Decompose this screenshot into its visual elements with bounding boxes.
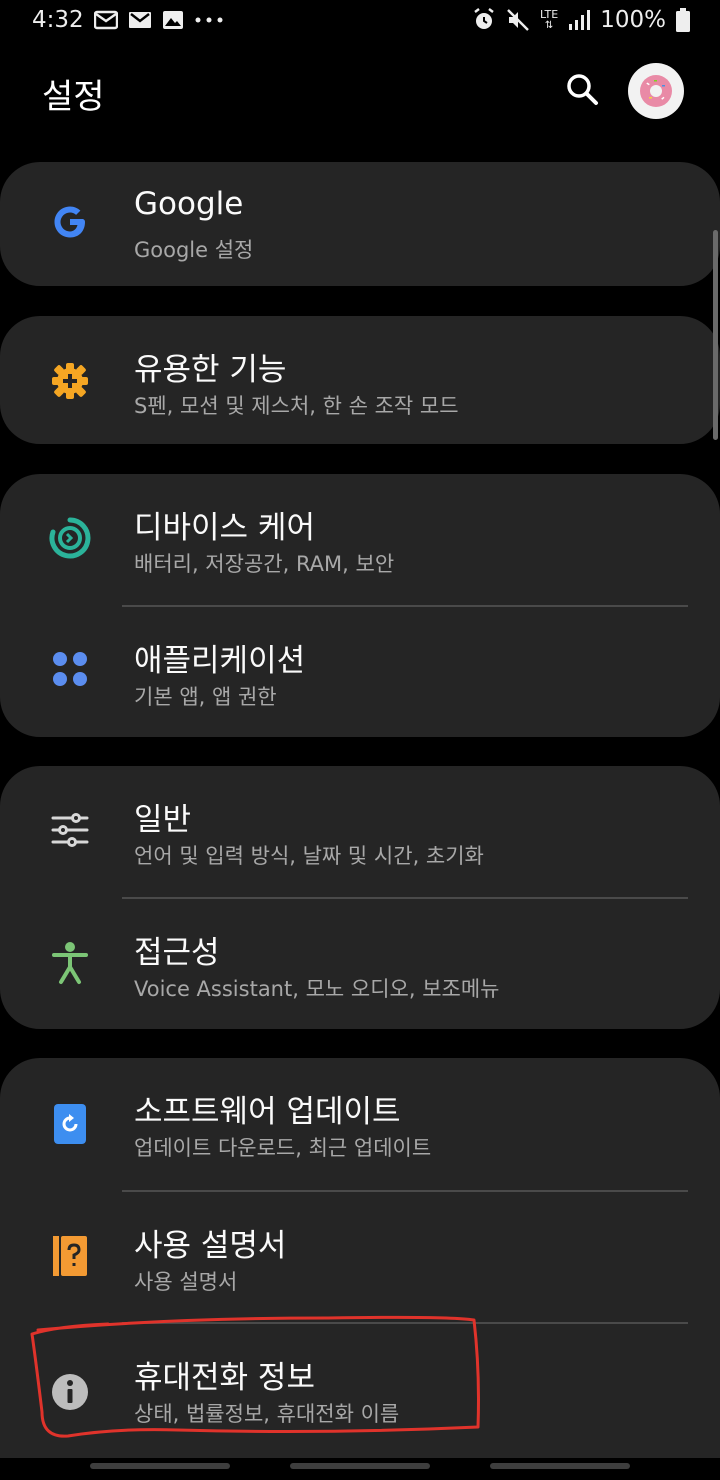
red-highlight-annotation bbox=[30, 1315, 480, 1438]
settings-group-google: Google Google 설정 bbox=[0, 162, 720, 286]
settings-group-device: 디바이스 케어 배터리, 저장공간, RAM, 보안 애플리케이션 기본 앱, … bbox=[0, 474, 720, 737]
item-subtitle: Google 설정 bbox=[134, 238, 254, 262]
image-icon bbox=[162, 10, 184, 30]
settings-group-general: 일반 언어 및 입력 방식, 날짜 및 시간, 초기화 접근성 Voice As… bbox=[0, 766, 720, 1029]
app-header: 설정 bbox=[0, 55, 720, 130]
item-title: 유용한 기능 bbox=[134, 352, 287, 388]
divider bbox=[122, 605, 688, 607]
apps-grid-icon bbox=[48, 647, 92, 691]
donut-avatar-icon bbox=[640, 75, 672, 107]
software-update-icon bbox=[48, 1102, 92, 1146]
settings-item-applications[interactable]: 애플리케이션 기본 앱, 앱 권한 bbox=[0, 605, 720, 737]
scrollbar[interactable] bbox=[713, 230, 718, 440]
item-title: 사용 설명서 bbox=[134, 1228, 287, 1264]
item-title: 디바이스 케어 bbox=[134, 510, 315, 546]
status-left: 4:32 bbox=[32, 7, 224, 33]
settings-group-advanced: 유용한 기능 S펜, 모션 및 제스처, 한 손 조작 모드 bbox=[0, 316, 720, 444]
profile-avatar[interactable] bbox=[628, 63, 684, 119]
search-icon bbox=[567, 74, 598, 105]
item-subtitle: S펜, 모션 및 제스처, 한 손 조작 모드 bbox=[134, 394, 459, 418]
nav-home-handle[interactable] bbox=[290, 1463, 430, 1469]
status-time: 4:32 bbox=[32, 7, 84, 33]
navigation-bar bbox=[0, 1455, 720, 1480]
accessibility-icon bbox=[48, 941, 92, 985]
settings-item-accessibility[interactable]: 접근성 Voice Assistant, 모노 오디오, 보조메뉴 bbox=[0, 897, 720, 1029]
status-bar: 4:32 LTE ⇅ 100% bbox=[0, 0, 720, 40]
item-title: Google bbox=[134, 186, 244, 222]
item-subtitle: 기본 앱, 앱 권한 bbox=[134, 685, 277, 709]
network-label: LTE bbox=[539, 8, 559, 21]
settings-item-advanced-features[interactable]: 유용한 기능 S펜, 모션 및 제스처, 한 손 조작 모드 bbox=[0, 316, 720, 444]
page-title: 설정 bbox=[42, 77, 105, 117]
status-right: LTE ⇅ 100% bbox=[472, 7, 690, 33]
item-subtitle: 배터리, 저장공간, RAM, 보안 bbox=[134, 552, 395, 576]
divider bbox=[122, 1190, 688, 1192]
item-title: 일반 bbox=[134, 802, 192, 838]
item-title: 접근성 bbox=[134, 935, 220, 971]
lte-icon: LTE ⇅ bbox=[539, 8, 559, 31]
settings-item-google[interactable]: Google Google 설정 bbox=[0, 162, 720, 286]
item-title: 소프트웨어 업데이트 bbox=[134, 1094, 401, 1130]
item-subtitle: 업데이트 다운로드, 최근 업데이트 bbox=[134, 1136, 432, 1160]
battery-percentage: 100% bbox=[600, 7, 666, 33]
settings-item-user-manual[interactable]: 사용 설명서 사용 설명서 bbox=[0, 1190, 720, 1322]
puzzle-gear-icon bbox=[48, 359, 92, 403]
settings-item-general[interactable]: 일반 언어 및 입력 방식, 날짜 및 시간, 초기화 bbox=[0, 766, 720, 897]
mute-icon bbox=[506, 8, 530, 32]
more-dots-icon bbox=[194, 16, 224, 24]
mail-icon bbox=[93, 10, 118, 30]
item-title: 애플리케이션 bbox=[134, 643, 306, 679]
signal-icon bbox=[568, 9, 591, 31]
nav-back-handle[interactable] bbox=[90, 1463, 230, 1469]
sliders-icon bbox=[48, 808, 92, 852]
alarm-icon bbox=[472, 8, 496, 32]
item-subtitle: Voice Assistant, 모노 오디오, 보조메뉴 bbox=[134, 977, 500, 1001]
user-manual-icon bbox=[48, 1234, 92, 1278]
settings-item-software-update[interactable]: 소프트웨어 업데이트 업데이트 다운로드, 최근 업데이트 bbox=[0, 1058, 720, 1190]
search-button[interactable] bbox=[560, 67, 604, 111]
battery-icon bbox=[676, 8, 690, 32]
divider bbox=[122, 897, 688, 899]
google-icon bbox=[48, 200, 92, 244]
gmail-icon bbox=[128, 10, 152, 30]
settings-item-device-care[interactable]: 디바이스 케어 배터리, 저장공간, RAM, 보안 bbox=[0, 474, 720, 605]
device-care-icon bbox=[48, 516, 92, 560]
item-subtitle: 언어 및 입력 방식, 날짜 및 시간, 초기화 bbox=[134, 844, 484, 868]
item-subtitle: 사용 설명서 bbox=[134, 1270, 238, 1294]
nav-recents-handle[interactable] bbox=[490, 1463, 630, 1469]
